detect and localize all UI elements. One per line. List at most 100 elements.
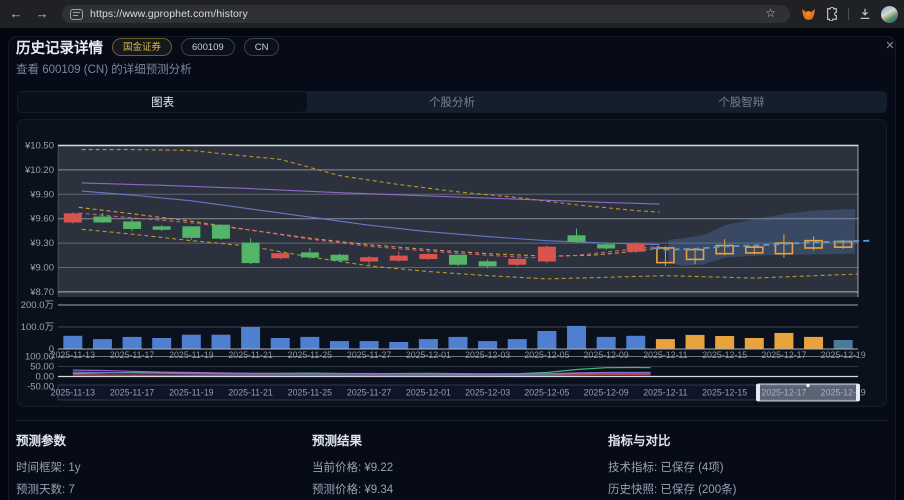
candle-2025-12-08 (567, 235, 586, 242)
candle-2025-12-03 (478, 261, 497, 267)
tab-stock-analysis[interactable]: 个股分析 (307, 92, 596, 112)
volume-bar (211, 334, 231, 349)
svg-text:2025-12-19: 2025-12-19 (821, 350, 866, 360)
volume-bar (389, 341, 409, 349)
candle-2025-11-28 (389, 255, 408, 261)
screen: ← → ↻ https://www.gprophet.com/history ☆… (0, 0, 904, 500)
forecast-params-column: 预测参数 时间框架: 1y 预测天数: 7 算法: 蒙特卡洛预测算法 (16, 430, 312, 500)
extensions-area (801, 0, 898, 28)
datazoom-handle-left[interactable] (756, 384, 760, 401)
svg-text:2025-12-09: 2025-12-09 (584, 388, 629, 398)
candle-2025-11-18 (152, 226, 171, 230)
svg-text:2025-11-27: 2025-11-27 (347, 350, 391, 360)
bookmark-star-icon[interactable]: ☆ (765, 6, 776, 20)
market-badge: CN (243, 38, 280, 56)
volume-bar (448, 336, 468, 349)
candle-2025-11-24 (271, 253, 290, 259)
svg-text:2025-11-17: 2025-11-17 (110, 388, 154, 398)
volume-bar (715, 336, 735, 349)
svg-text:2025-11-27: 2025-11-27 (347, 388, 391, 398)
fox-extension-icon[interactable] (801, 7, 816, 22)
volume-bar (804, 336, 824, 349)
volume-bar (567, 325, 587, 349)
candle-2025-11-14 (93, 216, 112, 223)
tab-chart[interactable]: 图表 (18, 92, 308, 112)
svg-text:2025-11-25: 2025-11-25 (288, 350, 332, 360)
svg-text:2025-12-17: 2025-12-17 (761, 350, 806, 360)
datazoom-handle-right[interactable] (856, 384, 860, 401)
volume-bar (507, 339, 527, 349)
datazoom-slider[interactable]: 2025-11-13 2025-11-17 2025-11-19 2025-11-21… (51, 383, 866, 402)
summary-section: 预测参数 时间框架: 1y 预测天数: 7 算法: 蒙特卡洛预测算法 预测结果 … (16, 430, 888, 500)
candle-2025-11-17 (123, 221, 142, 229)
extensions-puzzle-icon[interactable] (825, 7, 839, 21)
profile-avatar[interactable] (881, 5, 898, 23)
candle-2025-11-20 (211, 224, 230, 239)
result-current-price: 当前价格: ¥9.22 (312, 462, 394, 474)
svg-text:100.0万: 100.0万 (21, 322, 54, 333)
back-icon[interactable]: ← (8, 6, 24, 22)
tab-stock-ai[interactable]: 个股智辩 (597, 92, 886, 112)
svg-text:¥8.70: ¥8.70 (29, 287, 54, 298)
svg-text:2025-12-15: 2025-12-15 (702, 388, 747, 398)
svg-text:¥9.90: ¥9.90 (29, 189, 54, 200)
volume-bar (241, 327, 261, 349)
volume-bar (478, 341, 498, 349)
candle-2025-12-04 (508, 258, 527, 265)
svg-text:2025-11-21: 2025-11-21 (228, 350, 272, 360)
symbol-badge: 600109 (181, 38, 235, 56)
svg-text:2025-11-13: 2025-11-13 (51, 350, 95, 360)
svg-text:2025-12-15: 2025-12-15 (702, 350, 747, 360)
svg-text:¥10.50: ¥10.50 (24, 141, 54, 152)
svg-text:2025-11-19: 2025-11-19 (169, 388, 213, 398)
svg-text:2025-12-01: 2025-12-01 (406, 388, 451, 398)
download-icon[interactable] (858, 7, 872, 21)
price-axis-labels: ¥10.50 ¥10.20 ¥9.90 ¥9.60 ¥9.30 ¥9.00 ¥8.70 (24, 141, 54, 298)
candle-2025-11-27 (360, 257, 379, 262)
broker-badge: 国金证券 (112, 38, 173, 56)
forecast-result-column: 预测结果 当前价格: ¥9.22 预测价格: ¥9.34 变化幅度: 1.30%… (312, 430, 608, 500)
indicators-saved: 技术指标: 已保存 (4项) (608, 462, 724, 474)
candle-2025-11-19 (182, 226, 201, 238)
volume-bar (537, 330, 557, 349)
volume-bar (685, 334, 705, 349)
svg-text:¥9.30: ¥9.30 (29, 238, 54, 249)
svg-text:2025-12-11: 2025-12-11 (643, 350, 687, 360)
svg-text:¥10.20: ¥10.20 (24, 165, 54, 176)
candle-2025-11-21 (241, 242, 260, 264)
candle-2025-11-13 (63, 213, 82, 223)
volume-panel: 200.0万100.0万0 (21, 300, 858, 355)
snapshots-saved: 历史快照: 已保存 (200条) (608, 483, 737, 496)
svg-text:2025-11-21: 2025-11-21 (228, 388, 272, 398)
stock-forecast-chart[interactable]: ¥10.50 ¥10.20 ¥9.90 ¥9.60 ¥9.30 ¥9.00 ¥8.70 200… (0, 112, 904, 408)
svg-text:2025-12-09: 2025-12-09 (584, 350, 629, 360)
indicators-column: 指标与对比 技术指标: 已保存 (4项) 历史快照: 已保存 (200条) 创建… (608, 430, 888, 500)
column-title: 预测结果 (312, 434, 363, 448)
svg-text:¥9.00: ¥9.00 (29, 262, 54, 273)
forward-icon[interactable]: → (34, 6, 50, 22)
svg-text:2025-12-05: 2025-12-05 (524, 388, 569, 398)
close-icon[interactable]: ✕ (882, 38, 898, 54)
address-bar[interactable]: https://www.gprophet.com/history ☆ (62, 5, 790, 23)
candle-2025-11-26 (330, 254, 349, 261)
column-title: 指标与对比 (608, 434, 671, 448)
toolbar-divider (848, 8, 849, 20)
volume-bar (122, 336, 142, 349)
volume-bar (300, 336, 320, 349)
site-info-icon[interactable] (70, 8, 83, 20)
volume-bar (63, 335, 83, 349)
volume-bar (152, 338, 172, 349)
page-title: 历史记录详情 (16, 40, 103, 57)
volume-bar (329, 341, 349, 349)
tab-bar: 图表 个股分析 个股智辩 (17, 91, 887, 113)
candle-2025-12-02 (449, 254, 467, 265)
volume-bar (92, 339, 112, 349)
volume-bar (655, 339, 675, 349)
svg-text:2025-11-25: 2025-11-25 (288, 388, 332, 398)
volume-bar (833, 339, 853, 349)
candle-2025-12-05 (537, 246, 556, 262)
candle-2025-12-10 (626, 243, 645, 252)
volume-date-axis: 2025-11-13 2025-11-17 2025-11-19 2025-11-21… (51, 350, 866, 360)
column-title: 预测参数 (16, 434, 67, 448)
svg-text:2025-12-11: 2025-12-11 (643, 388, 687, 398)
